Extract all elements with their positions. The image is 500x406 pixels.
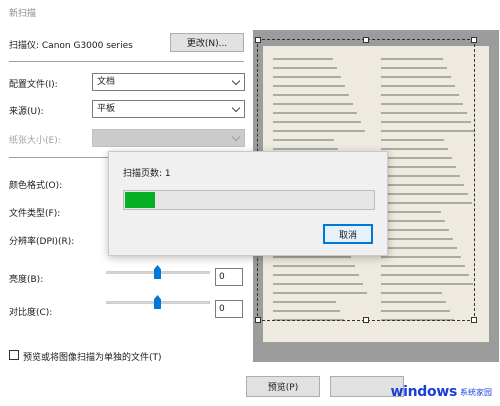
profile-value: 文档 [97, 77, 116, 87]
preview-separate-files-label: 预览或将图像扫描为单独的文件(T) [23, 353, 162, 363]
scanner-label: 扫描仪: Canon G3000 series [9, 41, 133, 51]
preview-button[interactable]: 预览(P) [246, 376, 320, 397]
contrast-label: 对比度(C): [9, 308, 53, 318]
contrast-input[interactable]: 0 [215, 300, 243, 318]
chevron-down-icon [231, 76, 241, 86]
change-scanner-button[interactable]: 更改(N)... [170, 33, 244, 52]
paper-size-label: 纸张大小(E): [9, 136, 61, 146]
scan-progress-bar [123, 190, 375, 210]
resize-handle[interactable] [255, 317, 261, 323]
profile-select[interactable]: 文档 [92, 73, 245, 91]
source-value: 平板 [97, 104, 116, 114]
resize-handle[interactable] [363, 37, 369, 43]
preview-separate-files-checkbox[interactable] [9, 350, 19, 360]
resize-handle[interactable] [255, 37, 261, 43]
source-label: 来源(U): [9, 107, 44, 117]
brightness-input[interactable]: 0 [215, 268, 243, 286]
color-format-label: 颜色格式(O): [9, 181, 63, 191]
resize-handle[interactable] [471, 37, 477, 43]
resolution-label: 分辨率(DPI)(R): [9, 237, 75, 247]
resize-handle[interactable] [363, 317, 369, 323]
brightness-label: 亮度(B): [9, 275, 44, 285]
watermark-sub: 系统家园 [460, 387, 492, 397]
pages-scanned-label: 扫描页数: 1 [123, 169, 171, 179]
site-watermark: windows 系统家园 [390, 384, 492, 400]
chevron-down-icon [231, 132, 241, 142]
file-type-label: 文件类型(F): [9, 209, 61, 219]
chevron-down-icon [231, 103, 241, 113]
paper-size-select [92, 129, 245, 147]
brightness-slider-thumb[interactable] [154, 265, 161, 279]
scan-progress-dialog: 扫描页数: 1 取消 [108, 151, 388, 256]
cancel-button[interactable]: 取消 [323, 224, 373, 244]
title-bar: 新扫描 [0, 0, 500, 24]
contrast-slider-thumb[interactable] [154, 295, 161, 309]
watermark-brand: windows [390, 384, 457, 400]
window-title: 新扫描 [9, 9, 37, 19]
source-select[interactable]: 平板 [92, 100, 245, 118]
scan-progress-fill [125, 192, 155, 208]
divider [9, 61, 244, 62]
profile-label: 配置文件(I): [9, 80, 58, 90]
resize-handle[interactable] [471, 317, 477, 323]
